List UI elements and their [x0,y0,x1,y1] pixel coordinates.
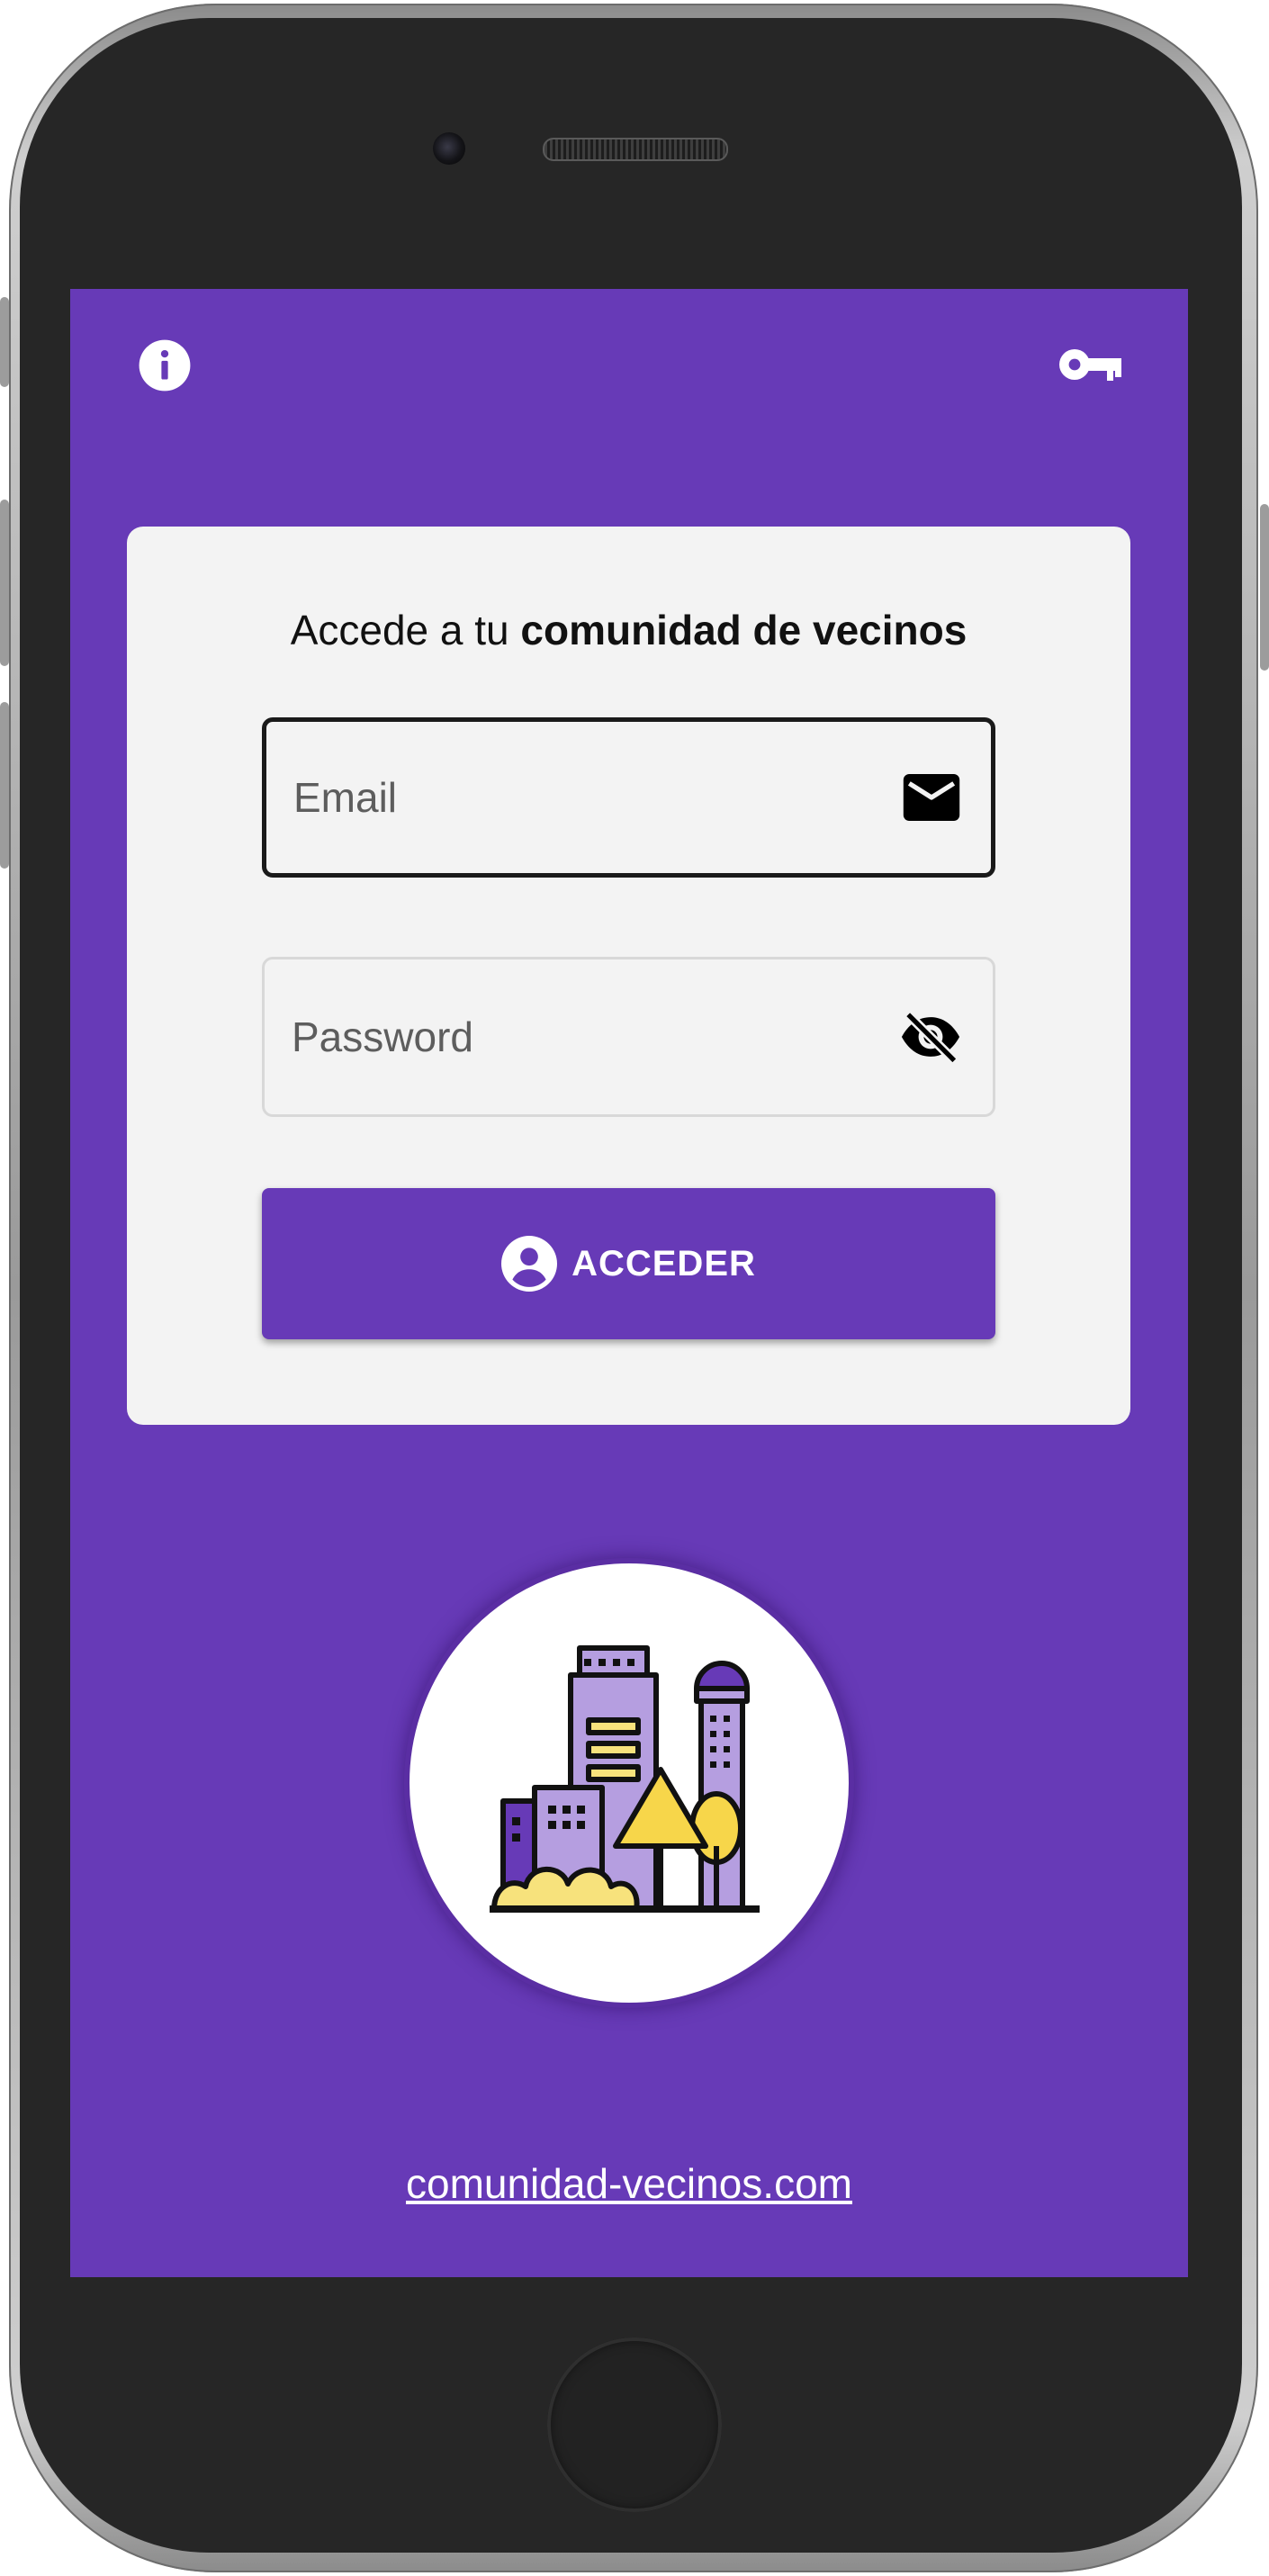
logo-badge [404,1558,854,2008]
phone-side-button [0,297,9,387]
phone-volume-down [0,702,9,869]
key-icon[interactable] [1058,345,1123,384]
phone-camera [433,132,465,165]
envelope-icon [903,774,960,821]
login-title: Accede a tu comunidad de vecinos [127,606,1130,654]
password-input[interactable] [292,959,868,1114]
phone-volume-up [0,500,9,666]
password-field[interactable] [262,957,995,1117]
login-title-bold: comunidad de vecinos [520,607,968,653]
city-buildings-icon [490,1645,760,1913]
website-link[interactable]: comunidad-vecinos.com [70,2159,1188,2208]
account-circle-icon [501,1236,558,1292]
app-screen: Accede a tu comunidad de vecinos Email A… [70,289,1188,2277]
info-icon[interactable] [137,338,193,393]
acceder-button[interactable]: ACCEDER [262,1188,995,1339]
phone-power-button [1260,504,1269,671]
phone-home-button[interactable] [547,2337,722,2512]
phone-speaker [543,138,728,161]
eye-off-icon[interactable] [899,1010,962,1064]
email-input[interactable] [293,722,869,873]
login-title-prefix: Accede a tu [290,607,509,653]
email-field[interactable] [262,717,995,878]
acceder-label: ACCEDER [572,1243,756,1283]
login-card: Accede a tu comunidad de vecinos Email A… [127,527,1130,1425]
